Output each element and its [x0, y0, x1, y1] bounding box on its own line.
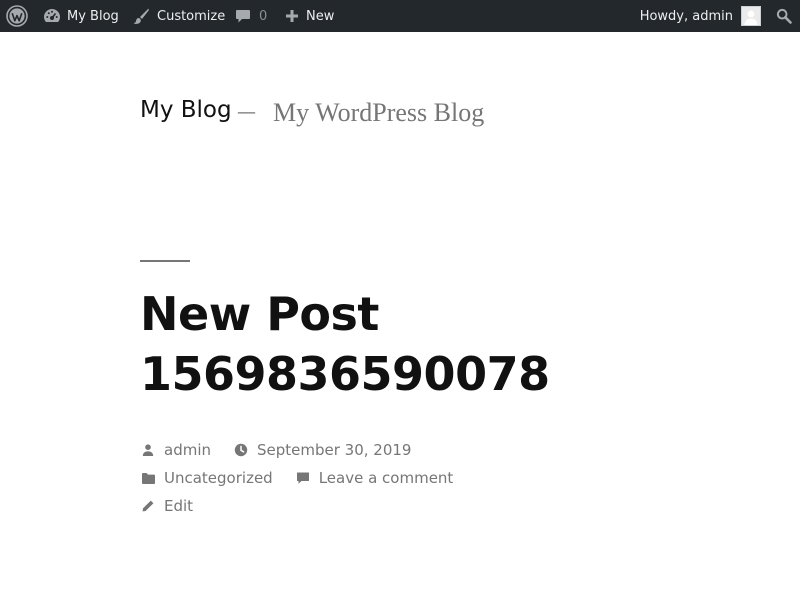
comment-icon [295, 470, 311, 486]
site-description: My WordPress Blog [273, 98, 485, 127]
post-title: New Post 1569836590078 [140, 287, 550, 401]
post-meta-edit: Edit [140, 495, 193, 517]
entry-divider [140, 260, 190, 262]
wordpress-logo-icon[interactable] [6, 0, 28, 32]
avatar [741, 6, 761, 26]
search-icon[interactable] [776, 0, 792, 32]
admin-bar-greeting: Howdy, admin [639, 8, 733, 24]
post-meta-category-comments: Uncategorized Leave a comment [140, 467, 453, 489]
leave-comment-link[interactable]: Leave a comment [319, 469, 454, 487]
pencil-icon [140, 498, 156, 514]
post-category-link[interactable]: Uncategorized [164, 469, 273, 487]
clock-icon [233, 442, 249, 458]
comment-bubble-icon [235, 8, 251, 24]
folder-icon [140, 470, 156, 486]
admin-bar-new-label: New [306, 8, 335, 24]
admin-bar-customize[interactable]: Customize [132, 0, 225, 32]
admin-bar-site-menu[interactable]: My Blog [43, 0, 119, 32]
dashboard-icon [43, 8, 61, 24]
post-date-link[interactable]: September 30, 2019 [257, 441, 411, 459]
admin-bar-my-account[interactable]: Howdy, admin [640, 0, 761, 32]
title-separator: — [237, 101, 256, 123]
admin-bar: My Blog Customize 0 New Howdy, admin [0, 0, 800, 32]
post-author-link[interactable]: admin [164, 441, 211, 459]
plus-icon [285, 9, 299, 23]
paintbrush-icon [132, 7, 150, 25]
person-icon [140, 442, 156, 458]
edit-post-link[interactable]: Edit [164, 497, 193, 515]
site-title[interactable]: My Blog [140, 97, 232, 123]
admin-bar-new-content[interactable]: New [285, 0, 334, 32]
post-meta-author-date: admin September 30, 2019 [140, 439, 411, 461]
admin-bar-comments-count: 0 [259, 8, 268, 24]
admin-bar-customize-label: Customize [157, 8, 226, 24]
admin-bar-comments[interactable]: 0 [235, 0, 267, 32]
admin-bar-site-name: My Blog [67, 8, 119, 24]
